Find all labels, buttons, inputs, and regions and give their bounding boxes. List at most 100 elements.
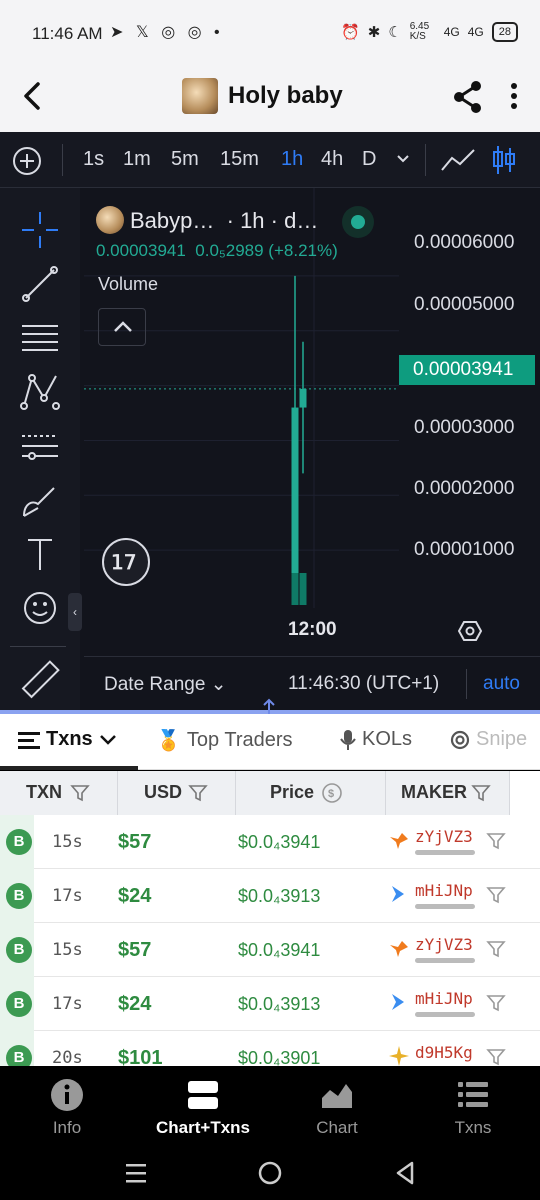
- collapse-legend-button[interactable]: [98, 308, 146, 346]
- prediction-icon[interactable]: [18, 424, 62, 468]
- txn-maker[interactable]: zYjVZ3: [415, 827, 473, 846]
- sparkle-icon: [389, 1046, 409, 1066]
- y-tick-label: 0.00006000: [414, 232, 515, 253]
- table-row[interactable]: B 17s $24 $0.0₄3913 mHiJNp: [0, 869, 540, 923]
- filter-icon[interactable]: [486, 1047, 506, 1066]
- arrow-icon: [392, 886, 404, 902]
- filter-icon[interactable]: [486, 939, 506, 959]
- bluetooth-icon: ✱: [367, 24, 381, 41]
- txn-table: TXN USD Price $ MAKER B 15s $57 $0.0₄3941 zY…: [0, 771, 540, 1066]
- txn-age: 20s: [52, 1048, 83, 1066]
- datebar-divider: [466, 669, 467, 699]
- home-icon[interactable]: [257, 1160, 283, 1186]
- chevron-down-icon[interactable]: [396, 154, 410, 164]
- table-row[interactable]: B 15s $57 $0.0₄3941 zYjVZ3: [0, 815, 540, 869]
- market-status-dot: [342, 206, 374, 238]
- brush-icon[interactable]: [18, 478, 62, 522]
- emoji-icon[interactable]: [18, 586, 62, 630]
- filter-icon[interactable]: [486, 993, 506, 1013]
- col-header-maker[interactable]: MAKER: [386, 771, 510, 815]
- candle-body: [299, 388, 307, 408]
- col-header-txn[interactable]: TXN: [0, 771, 118, 815]
- back-nav-icon[interactable]: [394, 1160, 416, 1186]
- back-arrow-icon[interactable]: [18, 80, 46, 112]
- candles-icon[interactable]: [492, 144, 516, 176]
- txn-usd: $57: [118, 939, 152, 961]
- pattern-icon[interactable]: [18, 370, 62, 414]
- list-icon: [458, 1082, 488, 1107]
- col-header-price[interactable]: Price $: [236, 771, 386, 815]
- tab-label: Top Traders: [186, 729, 293, 751]
- volume-bar: [291, 573, 299, 605]
- txn-usd: $24: [118, 993, 152, 1015]
- txn-maker[interactable]: mHiJNp: [415, 881, 473, 900]
- maker-balance-bar: [415, 904, 475, 909]
- ruler-icon[interactable]: [18, 658, 62, 702]
- txn-price: $0.0₄3941: [238, 940, 321, 960]
- microphone-icon: [340, 729, 356, 750]
- chart-plot[interactable]: Babyp… · 1h · d… 0.00003941 0.0₅2989 (+8…: [84, 188, 540, 648]
- fib-retracement-icon[interactable]: [18, 316, 62, 360]
- signal-1: 4G: [443, 25, 460, 39]
- currency-toggle-icon[interactable]: $: [321, 782, 343, 804]
- txn-type-badge: B: [6, 883, 32, 909]
- table-row[interactable]: B 15s $57 $0.0₄3941 zYjVZ3: [0, 923, 540, 977]
- sidebar-divider: [10, 646, 66, 647]
- filter-icon[interactable]: [471, 783, 491, 803]
- txn-maker[interactable]: zYjVZ3: [415, 935, 473, 954]
- svg-text:$: $: [328, 788, 334, 800]
- nav-txns[interactable]: Txns: [408, 1078, 538, 1138]
- table-row[interactable]: B 20s $101 $0.0₄3901 d9H5Kg: [0, 1031, 540, 1066]
- toolbar-divider: [62, 144, 63, 176]
- auto-scale-toggle[interactable]: auto: [483, 673, 520, 695]
- area-chart-icon: [322, 1084, 352, 1108]
- filter-icon[interactable]: [486, 831, 506, 851]
- recent-apps-icon[interactable]: [124, 1162, 148, 1184]
- nav-info[interactable]: Info: [2, 1078, 132, 1138]
- interval-1s[interactable]: 1s: [83, 148, 104, 171]
- tab-snipe[interactable]: Snipe: [450, 728, 527, 751]
- text-tool-icon[interactable]: [18, 532, 62, 576]
- interval-1h[interactable]: 1h: [281, 148, 303, 171]
- txn-age: 15s: [52, 832, 83, 852]
- txn-type-badge: B: [6, 991, 32, 1017]
- filter-icon[interactable]: [70, 783, 90, 803]
- drawing-tools-sidebar: ‹: [0, 188, 82, 710]
- interval-15m[interactable]: 15m: [220, 148, 259, 171]
- filter-icon[interactable]: [486, 885, 506, 905]
- filter-icon[interactable]: [188, 783, 208, 803]
- interval-5m[interactable]: 5m: [171, 148, 199, 171]
- crosshair-icon[interactable]: [18, 208, 62, 252]
- table-row[interactable]: B 17s $24 $0.0₄3913 mHiJNp: [0, 977, 540, 1031]
- nav-chart[interactable]: Chart: [272, 1078, 402, 1138]
- more-vertical-icon[interactable]: [510, 82, 518, 110]
- network-speed: 6.45 K/S: [409, 21, 430, 42]
- bottom-nav: Info Chart+Txns Chart Txns: [0, 1066, 540, 1148]
- collapse-sidebar-button[interactable]: ‹: [68, 593, 82, 631]
- alarm-icon: ⏰: [341, 24, 360, 41]
- chart-settings-icon[interactable]: [458, 619, 482, 643]
- nav-chart-txns[interactable]: Chart+Txns: [138, 1078, 268, 1138]
- status-right-icons: ⏰ ✱ ☾ 6.45 K/S 4G 4G 28: [341, 22, 518, 42]
- y-tick-label: 0.00003000: [414, 417, 515, 438]
- txn-maker[interactable]: mHiJNp: [415, 989, 473, 1008]
- interval-4h[interactable]: 4h: [321, 148, 343, 171]
- signal-2: 4G: [467, 25, 484, 39]
- tab-txns[interactable]: Txns: [18, 728, 117, 751]
- col-header-usd[interactable]: USD: [118, 771, 236, 815]
- moon-icon: ☾: [388, 24, 402, 41]
- interval-D[interactable]: D: [362, 148, 376, 171]
- trendline-icon[interactable]: [18, 262, 62, 306]
- interval-1m[interactable]: 1m: [123, 148, 151, 171]
- date-range-button[interactable]: Date Range ⌄: [104, 673, 227, 696]
- legend-symbol: Babyp… · 1h · d…: [130, 208, 319, 233]
- share-icon[interactable]: [452, 80, 484, 114]
- txn-maker[interactable]: d9H5Kg: [415, 1043, 473, 1062]
- tab-kols[interactable]: KOLs: [340, 728, 412, 751]
- line-chart-icon[interactable]: [440, 146, 476, 174]
- chart-panel: ‹ Babyp… · 1h · d… 0.00003941 0.0₅2989 (…: [0, 188, 540, 710]
- add-indicator-icon[interactable]: [12, 146, 42, 176]
- timezone-clock[interactable]: 11:46:30 (UTC+1): [288, 673, 439, 695]
- y-tick-label: 0.00005000: [414, 294, 515, 315]
- tab-top-traders[interactable]: 🏅 Top Traders: [156, 728, 293, 753]
